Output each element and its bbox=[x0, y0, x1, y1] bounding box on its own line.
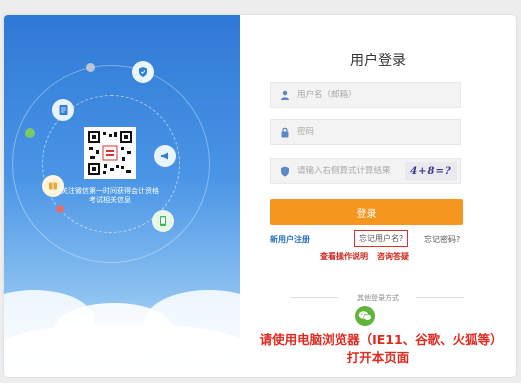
captcha-field[interactable]: 4+8=? bbox=[270, 158, 461, 184]
lock-icon bbox=[279, 126, 291, 138]
login-button[interactable]: 登录 bbox=[270, 199, 463, 225]
orbit-dot-red bbox=[56, 205, 64, 213]
cloud bbox=[4, 325, 240, 377]
guide-link[interactable]: 查看操作说明 bbox=[320, 251, 368, 262]
register-link[interactable]: 新用户注册 bbox=[270, 234, 310, 245]
qr-code bbox=[84, 127, 136, 179]
qr-caption: 关注微信第一时间获得会计资格考试相关信息 bbox=[61, 187, 159, 204]
captcha-image[interactable]: 4+8=? bbox=[405, 162, 457, 180]
user-icon bbox=[279, 89, 291, 101]
shield-icon bbox=[132, 61, 154, 83]
forgot-username-link[interactable]: 忘记用户名? bbox=[354, 230, 409, 247]
browser-notice: 请使用电脑浏览器（IE11、谷歌、火狐等）打开本页面 bbox=[259, 332, 497, 365]
page-title: 用户登录 bbox=[350, 53, 406, 69]
login-card: 关注微信第一时间获得会计资格考试相关信息 用户登录 4+8=? bbox=[4, 15, 516, 377]
mobile-icon bbox=[152, 210, 174, 232]
orbit-dot-gray bbox=[86, 63, 95, 72]
forgot-password-link[interactable]: 忘记密码? bbox=[424, 234, 460, 245]
shield-check-icon bbox=[279, 165, 291, 177]
wechat-login-button[interactable] bbox=[355, 306, 375, 326]
orbit-dot-green bbox=[25, 128, 35, 138]
divider-right bbox=[416, 297, 464, 298]
other-login-label: 其他登录方式 bbox=[357, 294, 399, 302]
password-input[interactable] bbox=[297, 127, 437, 137]
login-form: 用户登录 4+8=? 登录 新用户注册 忘记用户名? 忘记密码? 查看操作说明 … bbox=[240, 15, 516, 377]
wechat-icon bbox=[358, 311, 372, 321]
promo-panel: 关注微信第一时间获得会计资格考试相关信息 bbox=[4, 15, 240, 377]
captcha-input[interactable] bbox=[297, 166, 407, 176]
document-icon bbox=[52, 99, 74, 121]
megaphone-icon bbox=[154, 145, 176, 167]
faq-link[interactable]: 咨询答疑 bbox=[377, 251, 409, 262]
username-field[interactable] bbox=[270, 82, 461, 108]
password-field[interactable] bbox=[270, 119, 461, 145]
username-input[interactable] bbox=[297, 90, 437, 100]
